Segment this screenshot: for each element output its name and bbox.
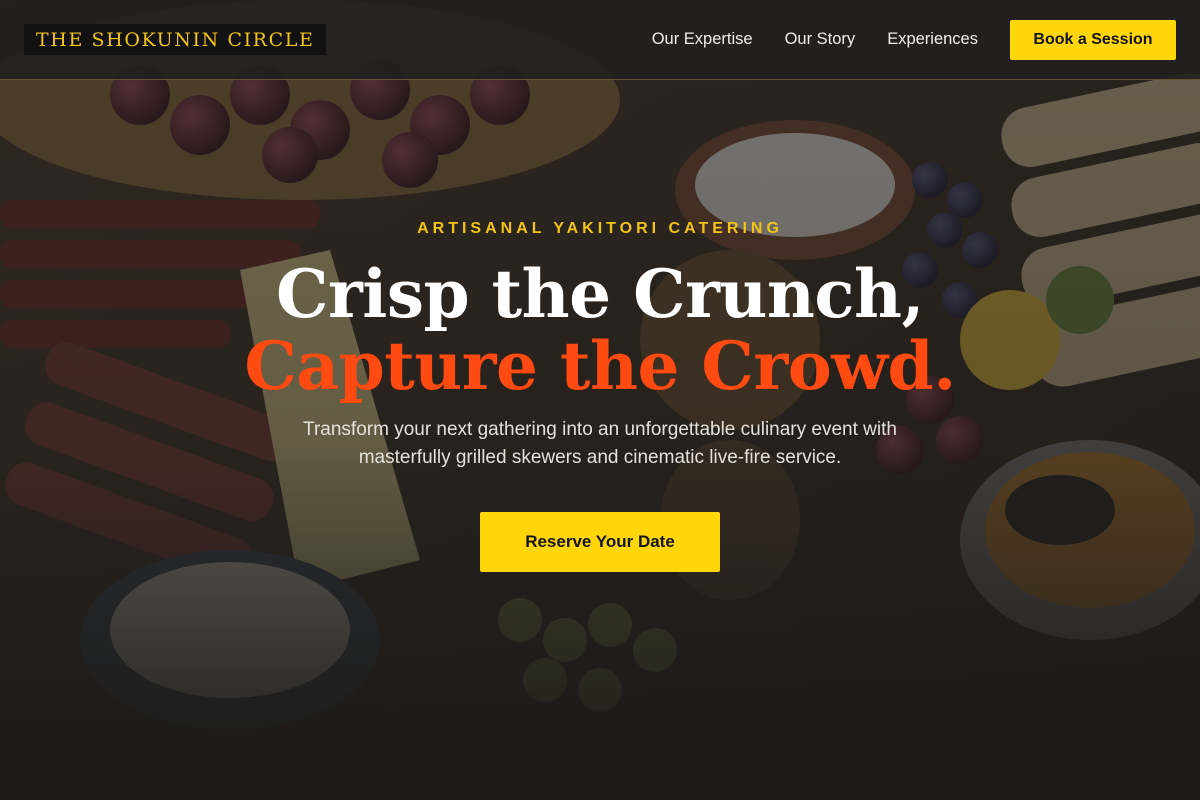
hero-subtext: Transform your next gathering into an un…: [303, 419, 897, 468]
hero-headline-line2: Capture the Crowd.: [244, 327, 956, 405]
book-session-button[interactable]: Book a Session: [1010, 19, 1176, 60]
nav-link-our-story[interactable]: Our Story: [785, 30, 856, 49]
nav-link-our-expertise[interactable]: Our Expertise: [652, 30, 753, 49]
hero-section: ARTISANAL YAKITORI CATERING Crisp the Cr…: [0, 210, 1200, 572]
reserve-date-button[interactable]: Reserve Your Date: [480, 512, 720, 572]
nav-link-experiences[interactable]: Experiences: [887, 30, 978, 49]
hero-headline: Crisp the Crunch, Capture the Crowd.: [244, 255, 956, 405]
hero-eyebrow: ARTISANAL YAKITORI CATERING: [417, 220, 783, 237]
hero-headline-line1: Crisp the Crunch,: [275, 255, 925, 333]
brand-logo[interactable]: THE SHOKUNIN CIRCLE: [24, 24, 327, 55]
site-header: THE SHOKUNIN CIRCLE Our Expertise Our St…: [0, 0, 1200, 80]
main-nav: Our Expertise Our Story Experiences Book…: [652, 19, 1176, 60]
